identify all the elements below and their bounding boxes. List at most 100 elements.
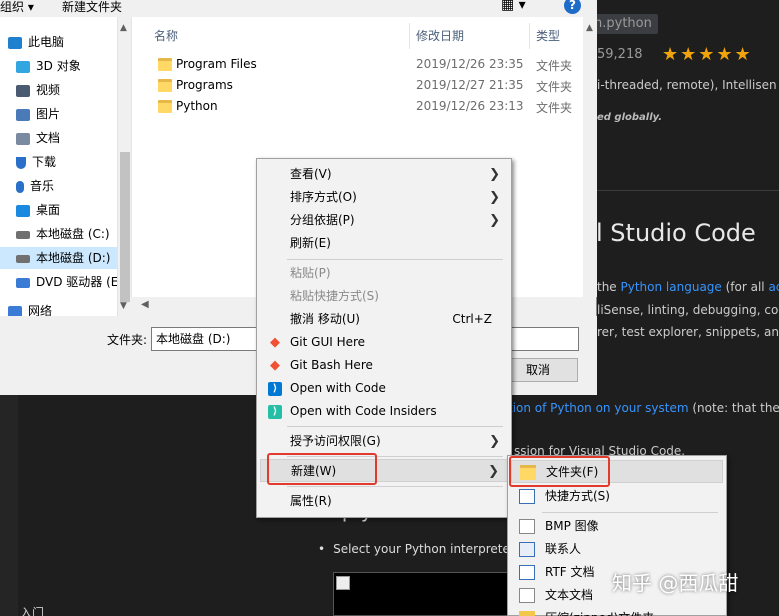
readme-title: l Studio Code [596, 219, 756, 247]
nav-item-pictures[interactable]: 图片 [0, 103, 117, 125]
shortcut-icon [519, 489, 535, 504]
chevron-right-icon: ❯ [489, 167, 500, 182]
drive-icon [16, 254, 30, 263]
nav-item-drive-c[interactable]: 本地磁盘 (C:) [0, 223, 117, 245]
drive-icon [16, 230, 30, 239]
scroll-up-icon[interactable]: ▲ [586, 23, 593, 33]
nav-scrollbar[interactable]: ▲ ▼ [117, 17, 131, 316]
table-row[interactable]: Python 2019/12/26 23:13 文件夹 [154, 97, 594, 118]
zip-folder-icon [519, 611, 535, 616]
install-count: 59,218 [597, 47, 643, 62]
watermark: 知乎 @西瓜甜 [612, 571, 739, 595]
vscode-icon: ⟩ [268, 382, 282, 396]
highlight-folder-item [509, 456, 610, 487]
picture-icon [16, 108, 30, 121]
download-arrow-icon [16, 156, 26, 169]
extension-id-badge: n.python [592, 14, 658, 34]
navigation-pane: 此电脑 3D 对象 视频 图片 文档 下载 音乐 桌面 本地磁盘 (C:) 本地… [0, 17, 131, 316]
image-file-icon [519, 519, 535, 534]
submenu-item-zip[interactable]: 压缩(zipped)文件夹 [511, 607, 723, 616]
menu-item-refresh[interactable]: 刷新(E) [260, 232, 508, 255]
menu-item-paste-shortcut: 粘贴快捷方式(S) [290, 289, 379, 303]
table-row[interactable]: Program Files 2019/12/26 23:35 文件夹 [154, 55, 594, 76]
submenu-item-contact[interactable]: 联系人 [511, 538, 723, 561]
chevron-right-icon: ❯ [489, 434, 500, 449]
menu-separator [287, 259, 503, 260]
menu-item-properties[interactable]: 属性(R) [260, 490, 508, 513]
menu-item-view[interactable]: 查看(V) ❯ [260, 163, 508, 186]
menu-item-undo[interactable]: 撤消 移动(U) Ctrl+Z [260, 308, 508, 331]
column-header-name[interactable]: 名称 [154, 27, 178, 44]
scroll-down-icon[interactable]: ▼ [120, 301, 127, 311]
nav-item-this-pc[interactable]: 此电脑 [0, 31, 117, 53]
text-document-icon [519, 588, 535, 603]
video-icon [16, 84, 30, 97]
contact-card-icon [519, 542, 535, 557]
menu-item-paste: 粘贴(P) [290, 266, 331, 280]
column-separator[interactable] [529, 23, 530, 49]
python-language-link[interactable]: Python language [621, 280, 722, 294]
nav-item-drive-d[interactable]: 本地磁盘 (D:) [0, 247, 117, 269]
scroll-thumb[interactable] [120, 152, 130, 302]
document-icon [16, 132, 30, 145]
divider [596, 190, 779, 191]
menu-item-open-with-code[interactable]: ⟩ Open with Code [260, 377, 508, 400]
menu-item-grant-access[interactable]: 授予访问权限(G) ❯ [260, 430, 508, 453]
computer-icon [8, 36, 22, 49]
menu-item-group[interactable]: 分组依据(P) ❯ [260, 209, 508, 232]
scroll-up-icon[interactable]: ▲ [120, 23, 127, 33]
dialog-toolbar: 组织 ▾ 新建文件夹 ▦ ▾ ? [0, 0, 597, 17]
menu-item-git-gui[interactable]: ◆ Git GUI Here [260, 331, 508, 354]
broken-image-icon [336, 576, 350, 590]
git-icon: ◆ [270, 335, 280, 350]
column-separator[interactable] [409, 23, 410, 49]
folder-icon [158, 100, 172, 113]
help-icon[interactable]: ? [564, 0, 581, 14]
install-python-link[interactable]: tion of Python on your system [508, 401, 689, 415]
nav-item-dvd-e[interactable]: DVD 驱动器 (E:) [0, 271, 127, 293]
scroll-left-icon[interactable]: ◀ [141, 299, 149, 310]
vscode-insiders-icon: ⟩ [268, 405, 282, 419]
submenu-item-bmp[interactable]: BMP 图像 [511, 515, 723, 538]
submenu-item-shortcut[interactable]: 快捷方式(S) [511, 485, 723, 508]
nav-item-downloads[interactable]: 下载 [0, 151, 117, 173]
readme-image [333, 572, 515, 616]
menu-separator [287, 426, 503, 427]
nav-item-desktop[interactable]: 桌面 [0, 199, 117, 221]
sidebar-text: 入门 [20, 606, 45, 616]
music-note-icon [16, 180, 24, 193]
table-row[interactable]: Programs 2019/12/27 21:35 文件夹 [154, 76, 594, 97]
nav-item-music[interactable]: 音乐 [0, 175, 117, 197]
vscode-editor-area [18, 395, 274, 616]
dvd-drive-icon [16, 277, 30, 288]
readme-line-1: the Python language (for all acti [597, 280, 779, 294]
menu-item-open-with-code-insiders[interactable]: ⟩ Open with Code Insiders [260, 400, 508, 423]
column-header-type[interactable]: 类型 [536, 27, 560, 44]
vscode-activity-bar [0, 395, 18, 616]
nav-item-network[interactable]: 网络 [0, 300, 117, 316]
folder-icon [158, 79, 172, 92]
cube-icon [16, 60, 30, 73]
view-options-icon[interactable]: ▦ ▾ [501, 0, 526, 13]
network-icon [8, 305, 22, 316]
chevron-right-icon: ❯ [489, 213, 500, 228]
readme-line-3: rer, test explorer, snippets, and m [597, 325, 779, 339]
nav-item-documents[interactable]: 文档 [0, 127, 117, 149]
rtf-document-icon [519, 565, 535, 580]
setup-bullet: Select your Python interprete [318, 542, 510, 556]
column-header-date[interactable]: 修改日期 [416, 27, 464, 44]
file-list-scrollbar[interactable]: ▲ [583, 17, 597, 297]
nav-item-3d-objects[interactable]: 3D 对象 [0, 55, 117, 77]
shortcut-label: Ctrl+Z [452, 312, 492, 326]
readme-line-2: liSense, linting, debugging, code [597, 303, 779, 317]
nav-item-videos[interactable]: 视频 [0, 79, 117, 101]
git-icon: ◆ [270, 358, 280, 373]
chevron-right-icon: ❯ [489, 190, 500, 205]
enabled-status: ed globally. [597, 112, 663, 123]
menu-item-sort[interactable]: 排序方式(O) ❯ [260, 186, 508, 209]
menu-item-git-bash[interactable]: ◆ Git Bash Here [260, 354, 508, 377]
readme-install-line: tion of Python on your system (note: tha… [508, 401, 779, 415]
new-folder-button[interactable]: 新建文件夹 [62, 0, 122, 15]
chevron-right-icon: ❯ [488, 464, 499, 479]
organize-button[interactable]: 组织 ▾ [0, 0, 34, 15]
